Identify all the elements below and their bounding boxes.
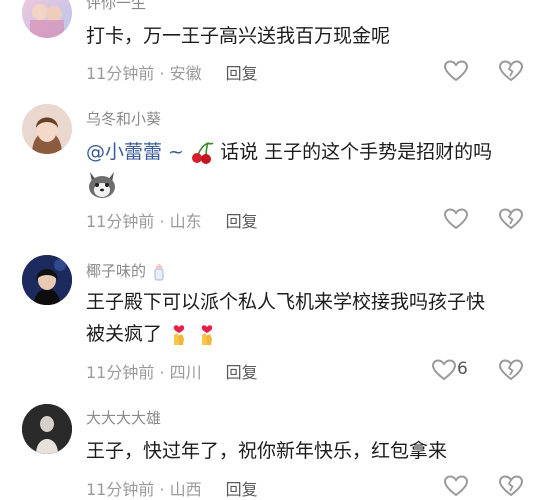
comment-item: 评你一生 打卡，万一王子高兴送我百万现金呢 11分钟前 · 安徽 回复 bbox=[0, 0, 550, 90]
reply-button[interactable]: 回复 bbox=[226, 64, 258, 83]
comment-body: 话说 王子的这个手势是招财的吗 bbox=[220, 141, 493, 163]
comment-text: @小蕾蕾 ~ 话说 王子的这个手势是招财的吗 bbox=[86, 136, 526, 168]
heart-hands-icon bbox=[201, 324, 213, 345]
username[interactable]: 评你一生 bbox=[86, 0, 146, 13]
husky-dog-sticker-icon bbox=[89, 172, 115, 198]
comment-text: 王子，快过年了，祝你新年快乐，红包拿来 bbox=[86, 440, 448, 462]
like-heart-icon[interactable] bbox=[443, 474, 469, 498]
dislike-broken-heart-icon[interactable] bbox=[498, 358, 524, 382]
avatar[interactable] bbox=[22, 0, 72, 38]
avatar[interactable] bbox=[22, 104, 72, 154]
timestamp: 11分钟前 bbox=[86, 212, 155, 231]
cherries-icon bbox=[192, 141, 214, 164]
comment-line: 被关疯了 bbox=[86, 318, 526, 350]
comment-text: 王子殿下可以派个私人飞机来学校接我吗孩子快 被关疯了 bbox=[86, 286, 526, 350]
dislike-broken-heart-icon[interactable] bbox=[498, 59, 524, 83]
timestamp: 11分钟前 bbox=[86, 64, 155, 83]
reply-button[interactable]: 回复 bbox=[226, 363, 258, 382]
comment-item: 大大大大雄 王子，快过年了，祝你新年快乐，红包拿来 11分钟前 · 山西 回复 bbox=[0, 400, 550, 499]
heart-hands-icon bbox=[173, 324, 185, 345]
location: 山西 bbox=[169, 480, 202, 499]
baby-bottle-icon bbox=[154, 263, 164, 280]
like-heart-icon[interactable] bbox=[443, 207, 469, 231]
like-heart-icon[interactable] bbox=[443, 59, 469, 83]
comment-text: 打卡，万一王子高兴送我百万现金呢 bbox=[86, 25, 391, 47]
dislike-broken-heart-icon[interactable] bbox=[498, 207, 524, 231]
location: 安徽 bbox=[169, 64, 202, 83]
location: 四川 bbox=[169, 363, 202, 382]
comment-meta: 11分钟前 · 四川 回复 bbox=[86, 363, 258, 382]
comment-meta: 11分钟前 · 安徽 回复 bbox=[86, 64, 258, 83]
username[interactable]: 椰子味的 bbox=[86, 260, 167, 281]
avatar[interactable] bbox=[22, 404, 72, 454]
timestamp: 11分钟前 bbox=[86, 363, 155, 382]
username[interactable]: 乌冬和小葵 bbox=[86, 108, 161, 129]
like-count: 6 bbox=[457, 359, 468, 379]
mention-link[interactable]: @小蕾蕾 ~ bbox=[86, 141, 184, 163]
comment-line: 王子殿下可以派个私人飞机来学校接我吗孩子快 bbox=[86, 291, 486, 313]
like-heart-icon[interactable] bbox=[431, 358, 457, 382]
comment-item: 乌冬和小葵 @小蕾蕾 ~ 话说 王子的这个手势是招财的吗 11分钟前 · 山东回… bbox=[0, 100, 550, 240]
dislike-broken-heart-icon[interactable] bbox=[498, 474, 524, 498]
timestamp: 11分钟前 bbox=[86, 480, 155, 499]
reply-button[interactable]: 回复 bbox=[226, 480, 258, 499]
avatar[interactable] bbox=[22, 255, 72, 305]
username[interactable]: 大大大大雄 bbox=[86, 407, 161, 428]
comment-meta: 11分钟前 · 山西 回复 bbox=[86, 480, 258, 499]
comment-meta: 11分钟前 · 山东 回复 bbox=[86, 212, 258, 231]
location: 山东 bbox=[169, 212, 202, 231]
reply-button[interactable]: 回复 bbox=[226, 212, 258, 231]
comment-item: 椰子味的 王子殿下可以派个私人飞机来学校接我吗孩子快 被关疯了 11分钟前 · … bbox=[0, 252, 550, 392]
